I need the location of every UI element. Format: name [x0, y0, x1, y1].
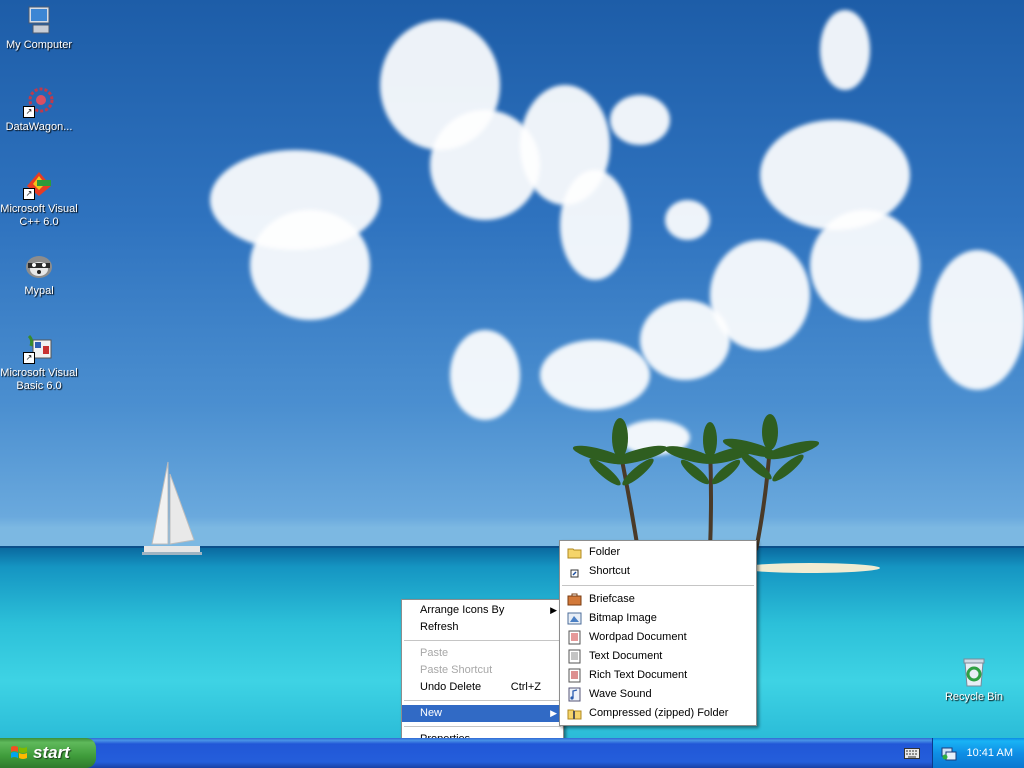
menu-item-label: Paste Shortcut: [420, 664, 493, 676]
desktop-icon-label: Microsoft Visual Basic 6.0: [0, 367, 78, 392]
cloud: [820, 10, 870, 90]
submenu-item-shortcut[interactable]: Shortcut: [560, 562, 756, 581]
menu-item-paste[interactable]: Paste: [402, 645, 563, 662]
menu-item-refresh[interactable]: Refresh: [402, 619, 563, 636]
cloud: [760, 120, 910, 230]
cloud: [540, 340, 650, 410]
submenu-item-label: Wave Sound: [589, 688, 652, 700]
shortcut-arrow-icon: ↗: [23, 188, 35, 200]
cloud: [710, 240, 810, 350]
desktop-icon-mypal[interactable]: Mypal: [0, 250, 78, 298]
bitmap-icon: [567, 612, 582, 625]
wave-sound-icon: [568, 687, 581, 702]
cloud: [665, 200, 710, 240]
briefcase-icon: [567, 593, 582, 606]
wordpad-icon: [568, 630, 581, 645]
cloud: [560, 170, 630, 280]
windows-logo-icon: [11, 746, 27, 759]
desktop-icon-recycle-bin[interactable]: Recycle Bin: [935, 656, 1013, 704]
desktop-icon-datawagon[interactable]: ↗ DataWagon...: [0, 86, 78, 134]
cloud: [930, 250, 1024, 390]
submenu-item-compressed-folder[interactable]: Compressed (zipped) Folder: [560, 704, 756, 723]
cloud: [450, 330, 520, 420]
menu-item-new[interactable]: New ▶: [402, 705, 563, 722]
cloud: [610, 95, 670, 145]
menu-item-label: Undo Delete: [420, 681, 482, 693]
menu-item-arrange-icons-by[interactable]: Arrange Icons By ▶: [402, 602, 563, 619]
submenu-item-wave-sound[interactable]: Wave Sound: [560, 685, 756, 704]
shortcut-arrow-icon: ↗: [23, 106, 35, 118]
submenu-item-label: Text Document: [589, 650, 663, 662]
menu-separator: [404, 700, 561, 701]
menu-item-label: Paste: [420, 647, 449, 659]
desktop-icon-my-computer[interactable]: My Computer: [0, 4, 78, 52]
desktop-context-menu: Arrange Icons By ▶ Refresh Paste Paste S…: [401, 599, 564, 751]
submenu-item-folder[interactable]: Folder: [560, 543, 756, 562]
submenu-item-label: Wordpad Document: [589, 631, 687, 643]
rich-text-icon: [568, 668, 581, 683]
system-tray: 10:41 AM: [932, 738, 1024, 768]
menu-item-label: Arrange Icons By: [420, 604, 505, 616]
submenu-item-briefcase[interactable]: Briefcase: [560, 590, 756, 609]
visual-basic-icon: ↗: [23, 332, 55, 364]
new-submenu: Folder Shortcut Briefcase Bitmap Image W…: [559, 540, 757, 726]
menu-separator: [404, 640, 561, 641]
clock[interactable]: 10:41 AM: [967, 738, 1013, 768]
cloud: [250, 210, 370, 320]
menu-item-label: Refresh: [420, 621, 459, 633]
submenu-item-wordpad-document[interactable]: Wordpad Document: [560, 628, 756, 647]
text-document-icon: [568, 649, 581, 664]
menu-item-accelerator: Ctrl+Z: [510, 681, 541, 693]
mypal-icon: [23, 250, 55, 282]
cloud: [810, 210, 920, 320]
recycle-bin-icon: [958, 656, 990, 688]
menu-item-undo-delete[interactable]: Undo Delete Ctrl+Z: [402, 679, 563, 696]
taskbar: start 10:41 AM: [0, 738, 1024, 768]
shortcut-arrow-icon: ↗: [23, 352, 35, 364]
submenu-item-label: Bitmap Image: [589, 612, 657, 624]
shortcut-icon: [570, 569, 579, 578]
desktop-icon-label: DataWagon...: [5, 121, 73, 133]
submenu-arrow-icon: ▶: [550, 708, 557, 718]
desktop-icon-label: Microsoft Visual C++ 6.0: [0, 203, 78, 228]
sailboat: [142, 461, 202, 555]
datawagon-icon: ↗: [23, 86, 55, 118]
desktop-icon-visual-basic[interactable]: ↗ Microsoft Visual Basic 6.0: [0, 332, 78, 393]
submenu-item-rich-text-document[interactable]: Rich Text Document: [560, 666, 756, 685]
menu-separator: [404, 726, 561, 727]
start-button[interactable]: start: [0, 738, 96, 768]
folder-icon: [567, 548, 582, 559]
desktop-icon-label: Mypal: [24, 285, 54, 297]
keyboard-icon[interactable]: [904, 746, 920, 760]
desktop-icon-label: Recycle Bin: [944, 691, 1004, 703]
start-button-label: start: [33, 743, 70, 762]
sandbar: [740, 563, 880, 573]
menu-item-label: New: [420, 707, 443, 719]
menu-item-paste-shortcut[interactable]: Paste Shortcut: [402, 662, 563, 679]
menu-separator: [562, 585, 754, 586]
submenu-item-text-document[interactable]: Text Document: [560, 647, 756, 666]
zip-folder-icon: [567, 709, 582, 720]
submenu-item-bitmap-image[interactable]: Bitmap Image: [560, 609, 756, 628]
network-icon[interactable]: [941, 745, 957, 761]
desktop-icon-visual-cpp[interactable]: ↗ Microsoft Visual C++ 6.0: [0, 168, 78, 229]
submenu-item-label: Briefcase: [589, 593, 635, 605]
submenu-item-label: Folder: [589, 546, 621, 558]
my-computer-icon: [23, 4, 55, 36]
submenu-item-label: Compressed (zipped) Folder: [589, 707, 729, 719]
submenu-item-label: Rich Text Document: [589, 669, 688, 681]
desktop-icon-label: My Computer: [5, 39, 73, 51]
submenu-item-label: Shortcut: [589, 565, 630, 577]
palm-trees: [572, 414, 820, 551]
submenu-arrow-icon: ▶: [550, 605, 557, 615]
visual-cpp-icon: ↗: [23, 168, 55, 200]
